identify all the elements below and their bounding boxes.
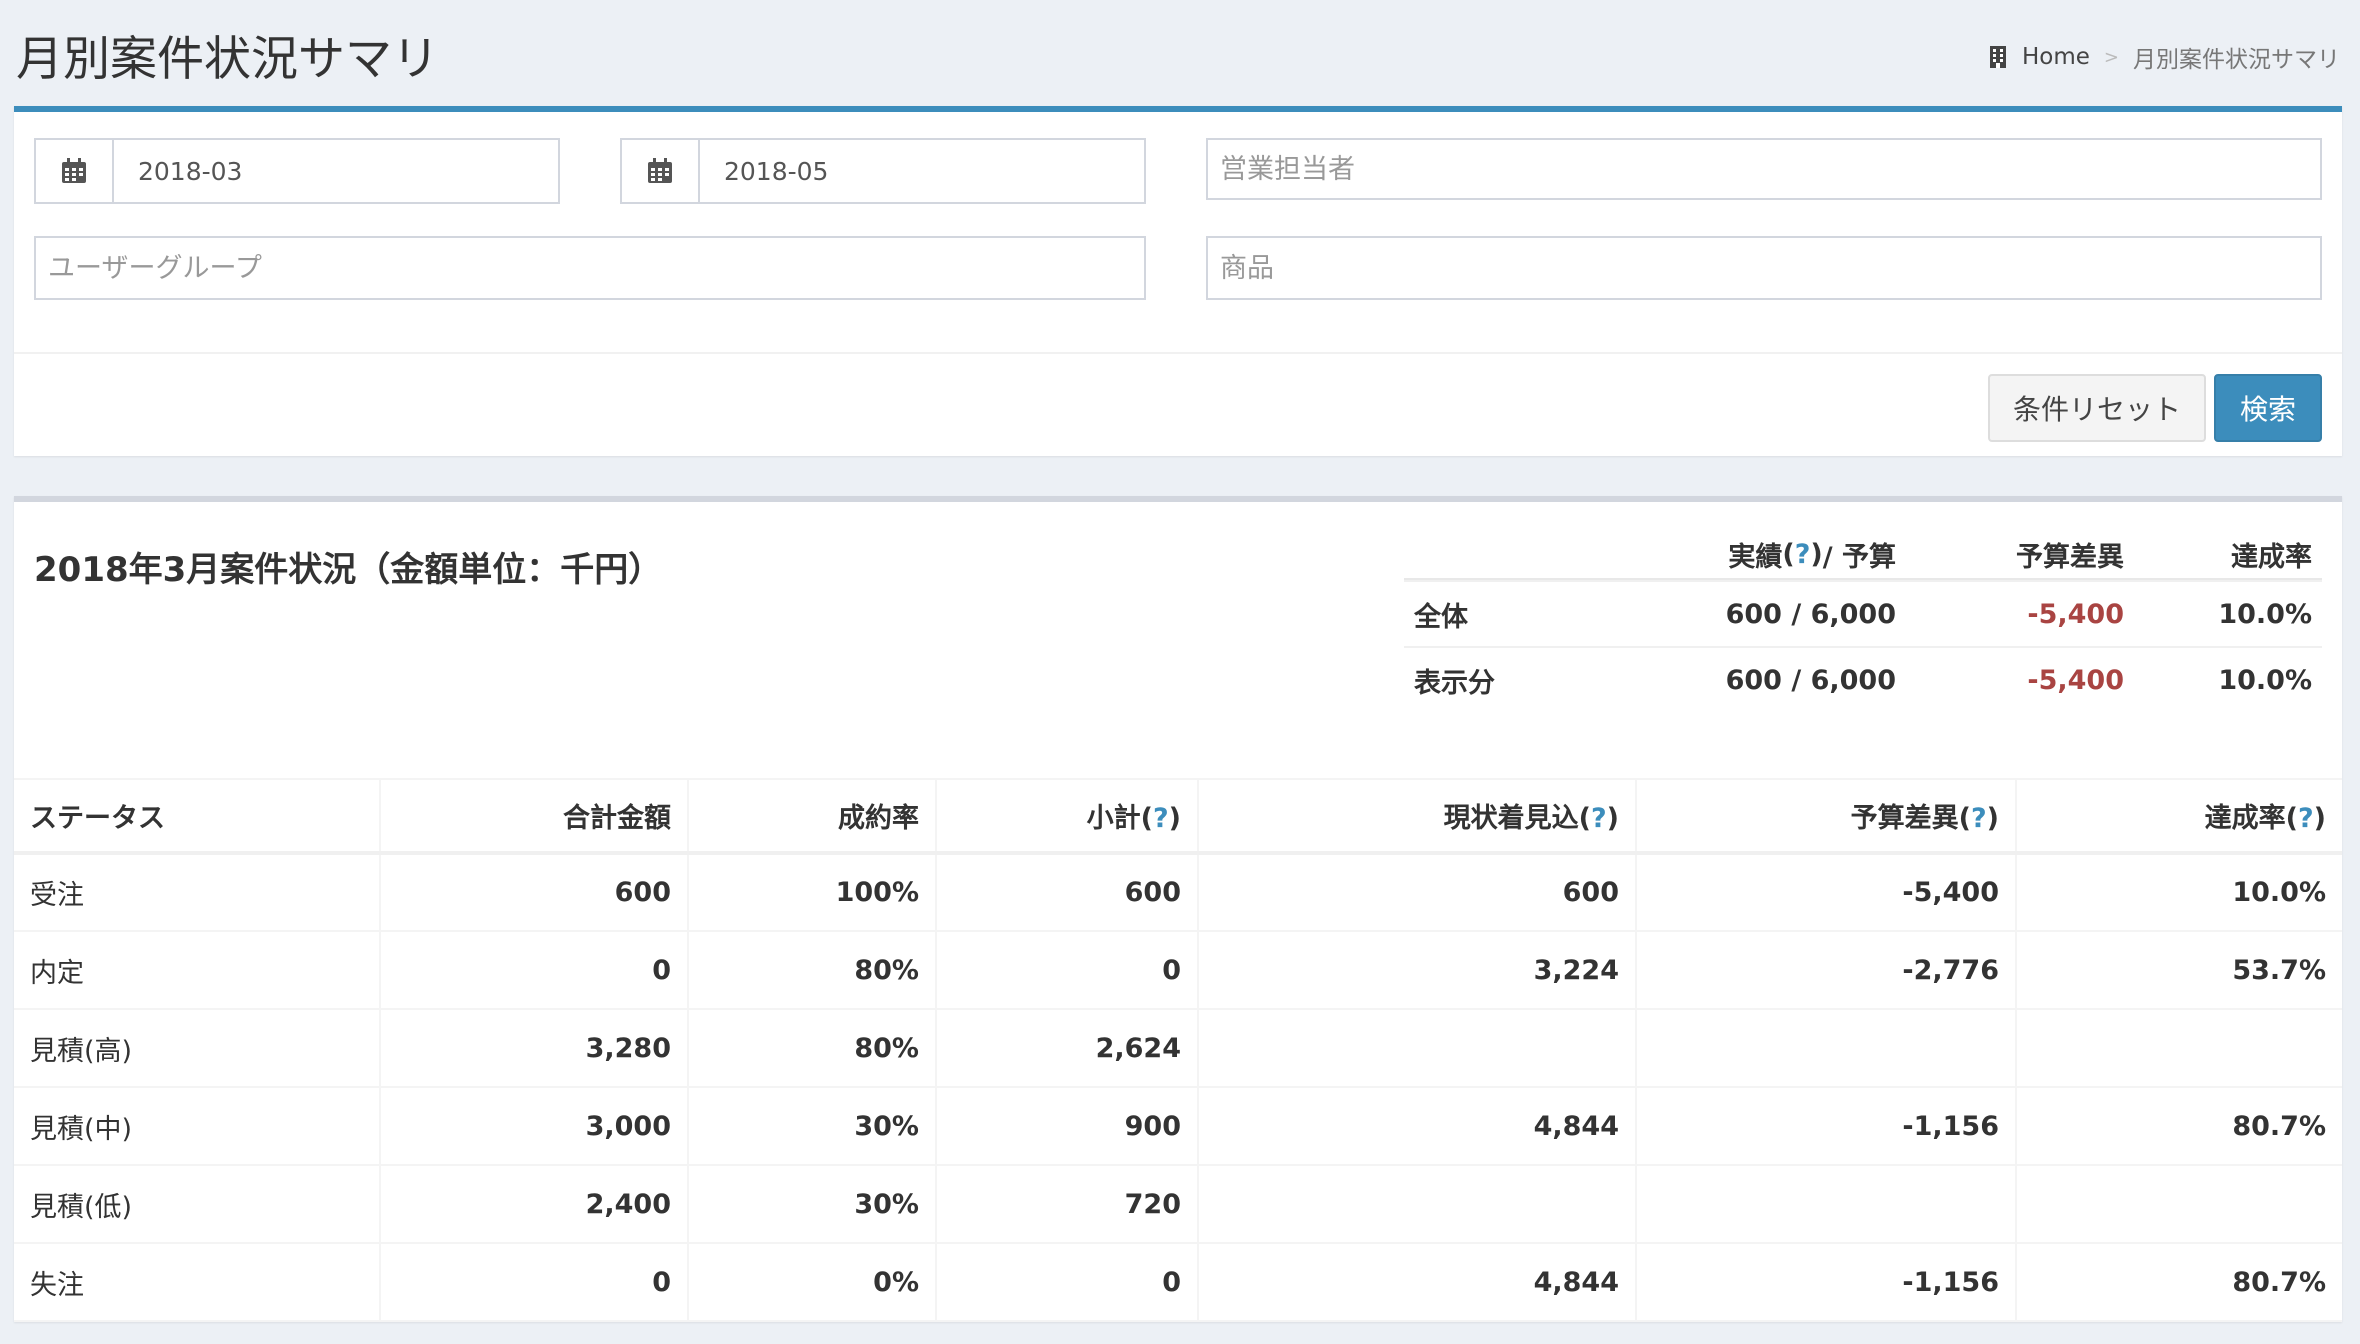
col-status: ステータス: [14, 779, 381, 853]
help-icon[interactable]: ?: [1153, 803, 1169, 834]
col-close-rate: 成約率: [688, 779, 937, 853]
summary-panel: 2018年3月案件状況（金額単位：千円） 実績(?) / 予算 予算差異 達成率…: [14, 496, 2342, 1322]
header-actual-budget: 実績(?) / 予算: [1728, 538, 1896, 573]
breadcrumb-current: 月別案件状況サマリ: [2133, 47, 2340, 73]
sales-rep-field[interactable]: [1206, 138, 2322, 200]
budget-summary-row: 表示分 600 / 6,000 -5,400 10.0%: [1404, 646, 2322, 712]
date-from-field[interactable]: 2018-03: [34, 138, 560, 204]
table-row: 内定 0 80% 0 3,224 -2,776 53.7%: [14, 931, 2342, 1009]
table-row: 見積(中) 3,000 30% 900 4,844 -1,156 80.7%: [14, 1087, 2342, 1165]
col-total: 合計金額: [380, 779, 689, 853]
col-forecast: 現状着見込(?): [1198, 779, 1637, 853]
table-row: 見積(高) 3,280 80% 2,624: [14, 1009, 2342, 1087]
product-field[interactable]: [1206, 236, 2322, 300]
sales-rep-input[interactable]: [1208, 140, 2320, 198]
date-to-value[interactable]: 2018-05: [700, 157, 828, 186]
help-icon[interactable]: ?: [1795, 539, 1811, 570]
col-subtotal: 小計(?): [936, 779, 1199, 853]
budget-summary-table: 実績(?) / 予算 予算差異 達成率 全体 600 / 6,000 -5,40…: [1404, 530, 2322, 712]
status-table: ステータス 合計金額 成約率 小計(?) 現状着見込(?) 予算差異(?) 達成…: [14, 778, 2342, 1322]
header-rate: 達成率: [2231, 541, 2312, 573]
page-title: 月別案件状況サマリ: [16, 32, 439, 87]
search-button[interactable]: 検索: [2214, 374, 2322, 442]
table-row: 失注 0 0% 0 4,844 -1,156 80.7%: [14, 1243, 2342, 1321]
product-input[interactable]: [1208, 238, 2320, 298]
table-row: 見積(低) 2,400 30% 720: [14, 1165, 2342, 1243]
help-icon[interactable]: ?: [1971, 803, 1987, 834]
filter-divider: [14, 352, 2342, 354]
summary-title: 2018年3月案件状況（金額単位：千円）: [34, 550, 663, 590]
date-to-field[interactable]: 2018-05: [620, 138, 1146, 204]
calendar-icon[interactable]: [622, 140, 700, 202]
filter-panel: 2018-03 2018-05 条件リセット 検索: [14, 106, 2342, 456]
date-from-value[interactable]: 2018-03: [114, 157, 242, 186]
col-rate: 達成率(?): [2204, 803, 2326, 834]
user-group-field[interactable]: [34, 236, 1146, 300]
status-table-header: ステータス 合計金額 成約率 小計(?) 現状着見込(?) 予算差異(?) 達成…: [14, 779, 2342, 853]
calendar-icon[interactable]: [36, 140, 114, 202]
reset-button[interactable]: 条件リセット: [1988, 374, 2206, 442]
table-row: 受注 600 100% 600 600 -5,400 10.0%: [14, 853, 2342, 931]
breadcrumb: Home > 月別案件状況サマリ: [1988, 40, 2340, 74]
help-icon[interactable]: ?: [2298, 803, 2314, 834]
building-icon: [1988, 45, 2008, 69]
budget-summary-header: 実績(?) / 予算 予算差異 達成率: [1404, 530, 2322, 580]
help-icon[interactable]: ?: [1591, 803, 1607, 834]
breadcrumb-home-link[interactable]: Home: [2022, 44, 2090, 70]
budget-summary-row: 全体 600 / 6,000 -5,400 10.0%: [1404, 580, 2322, 646]
breadcrumb-separator: >: [2103, 46, 2119, 68]
col-diff: 予算差異(?): [1636, 779, 2017, 853]
user-group-input[interactable]: [36, 238, 1144, 298]
header-diff: 予算差異: [2016, 541, 2124, 573]
